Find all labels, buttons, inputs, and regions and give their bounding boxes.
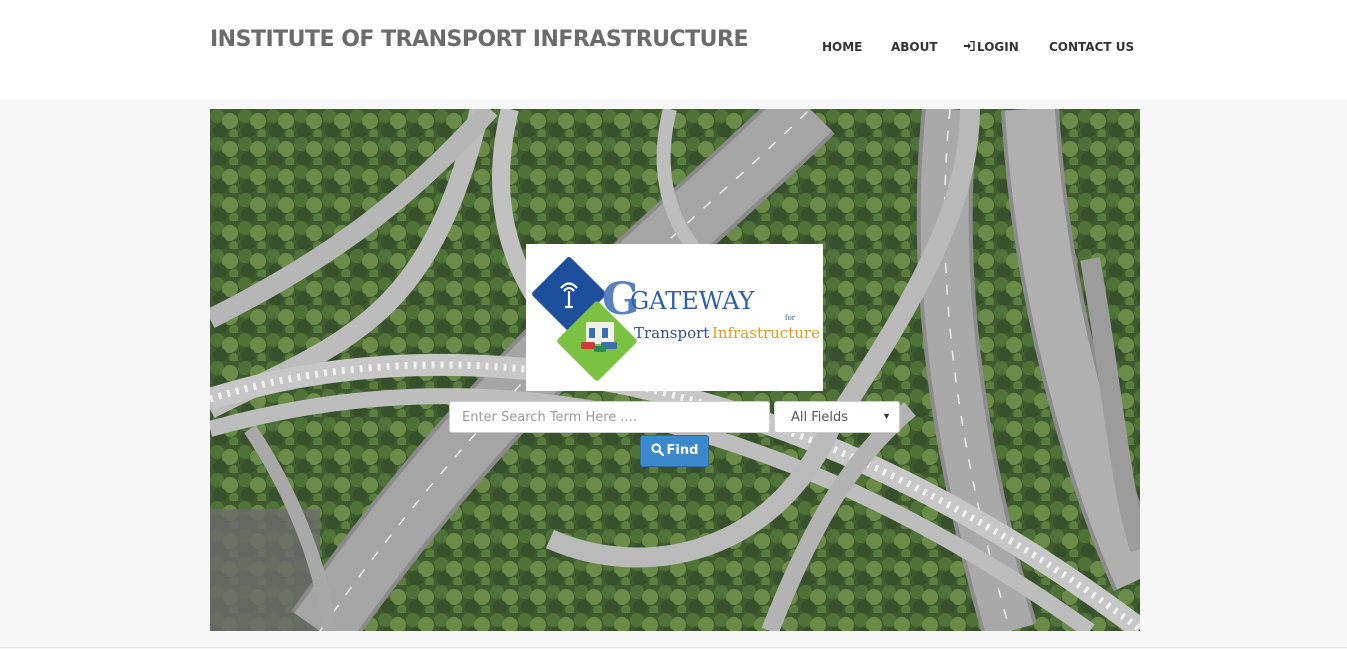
nav-home-link[interactable]: HOME <box>822 40 862 54</box>
gateway-logo-graphic: G GATEWAY for Transport Infrastructure <box>532 257 820 381</box>
nav-about-link[interactable]: ABOUT <box>891 40 938 54</box>
sign-in-icon <box>964 40 975 54</box>
logo-infrastructure-text: Infrastructure <box>712 324 820 342</box>
logo-for-text: for <box>785 314 796 322</box>
nav-contact-link[interactable]: CONTACT US <box>1049 40 1134 54</box>
find-button[interactable]: Find <box>640 435 709 467</box>
caret-down-icon: ▼ <box>882 411 891 421</box>
nav-login-link[interactable]: LOGIN <box>964 40 1019 54</box>
logo-transport-text: Transport <box>634 324 709 342</box>
main-nav: HOME ABOUT LOGIN CONTACT US <box>0 40 1347 60</box>
find-button-label: Find <box>666 443 699 458</box>
gateway-logo: G GATEWAY for Transport Infrastructure <box>526 244 823 391</box>
search-field-select[interactable]: All Fields ▼ <box>774 401 900 433</box>
search-input[interactable] <box>449 401 770 433</box>
top-navbar: INSTITUTE OF TRANSPORT INFRASTRUCTURE HO… <box>0 0 1347 99</box>
nav-login-label: LOGIN <box>977 40 1019 54</box>
search-field-selected: All Fields <box>791 410 849 425</box>
search-icon <box>650 443 664 457</box>
logo-gateway-text: GATEWAY <box>630 287 756 315</box>
footer-divider <box>0 647 1347 648</box>
